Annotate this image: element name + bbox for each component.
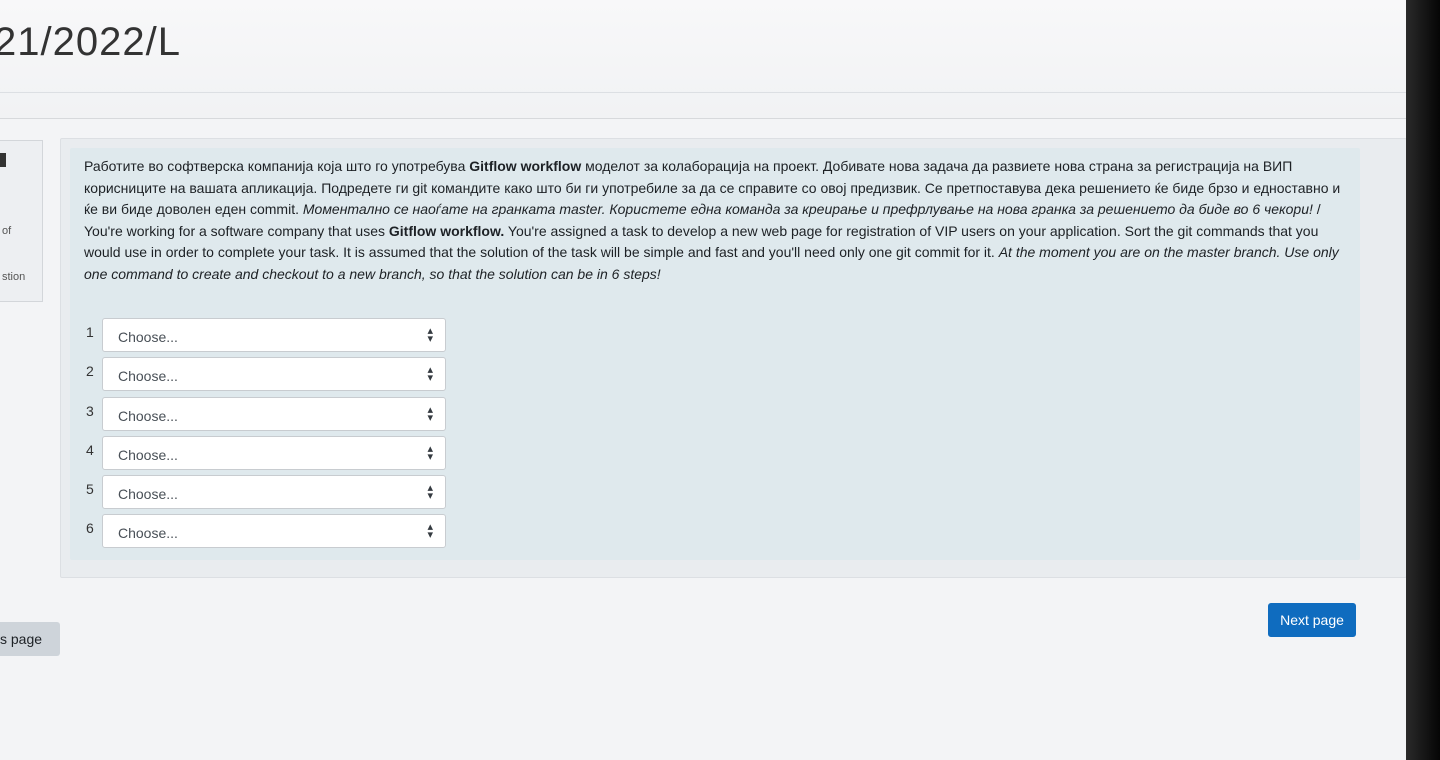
step-number: 3 <box>86 403 94 419</box>
step-1-select[interactable]: Choose... ▴ ▾ <box>102 318 446 352</box>
instruction-italic-mk: Моментално се наоѓате на гранката master… <box>302 201 1313 217</box>
step-4-select[interactable]: Choose... ▴ ▾ <box>102 436 446 470</box>
next-page-button[interactable]: Next page <box>1268 603 1356 637</box>
step-5-select[interactable]: Choose... ▴ ▾ <box>102 475 446 509</box>
header-divider <box>0 92 1420 93</box>
step-3-select[interactable]: Choose... ▴ ▾ <box>102 397 446 431</box>
question-number-mark <box>0 153 6 167</box>
step-number: 1 <box>86 324 94 340</box>
gitflow-bold-text: Gitflow workflow <box>469 158 582 174</box>
question-text: Работите во софтверска компанија која шт… <box>84 158 1341 282</box>
up-down-arrows-icon: ▴ ▾ <box>427 364 433 384</box>
up-down-arrows-icon: ▴ ▾ <box>427 443 433 463</box>
page-title: 21/2022/L <box>0 20 181 64</box>
select-value: Choose... <box>118 368 178 384</box>
up-down-arrows-icon: ▴ ▾ <box>427 482 433 502</box>
gitflow-bold-text-en: Gitflow workflow. <box>388 222 505 239</box>
select-value: Choose... <box>118 525 178 541</box>
previous-page-label: s page <box>0 631 43 647</box>
step-number: 6 <box>86 520 94 536</box>
step-number: 2 <box>86 363 94 379</box>
up-down-arrows-icon: ▴ ▾ <box>427 521 433 541</box>
question-info-panel: of stion <box>0 140 43 302</box>
select-value: Choose... <box>118 447 178 463</box>
step-6-select[interactable]: Choose... ▴ ▾ <box>102 514 446 548</box>
question-info-text: of <box>2 225 12 237</box>
select-value: Choose... <box>118 329 178 345</box>
flag-question-link[interactable]: stion <box>2 271 25 283</box>
select-value: Choose... <box>118 408 178 424</box>
step-number: 5 <box>86 481 94 497</box>
select-value: Choose... <box>118 486 178 502</box>
screen-bezel <box>1406 0 1440 760</box>
step-2-select[interactable]: Choose... ▴ ▾ <box>102 357 446 391</box>
up-down-arrows-icon: ▴ ▾ <box>427 325 433 345</box>
previous-page-button[interactable]: s page <box>0 622 60 656</box>
page-header: 21/2022/L <box>0 0 1420 119</box>
step-number: 4 <box>86 442 94 458</box>
up-down-arrows-icon: ▴ ▾ <box>427 404 433 424</box>
